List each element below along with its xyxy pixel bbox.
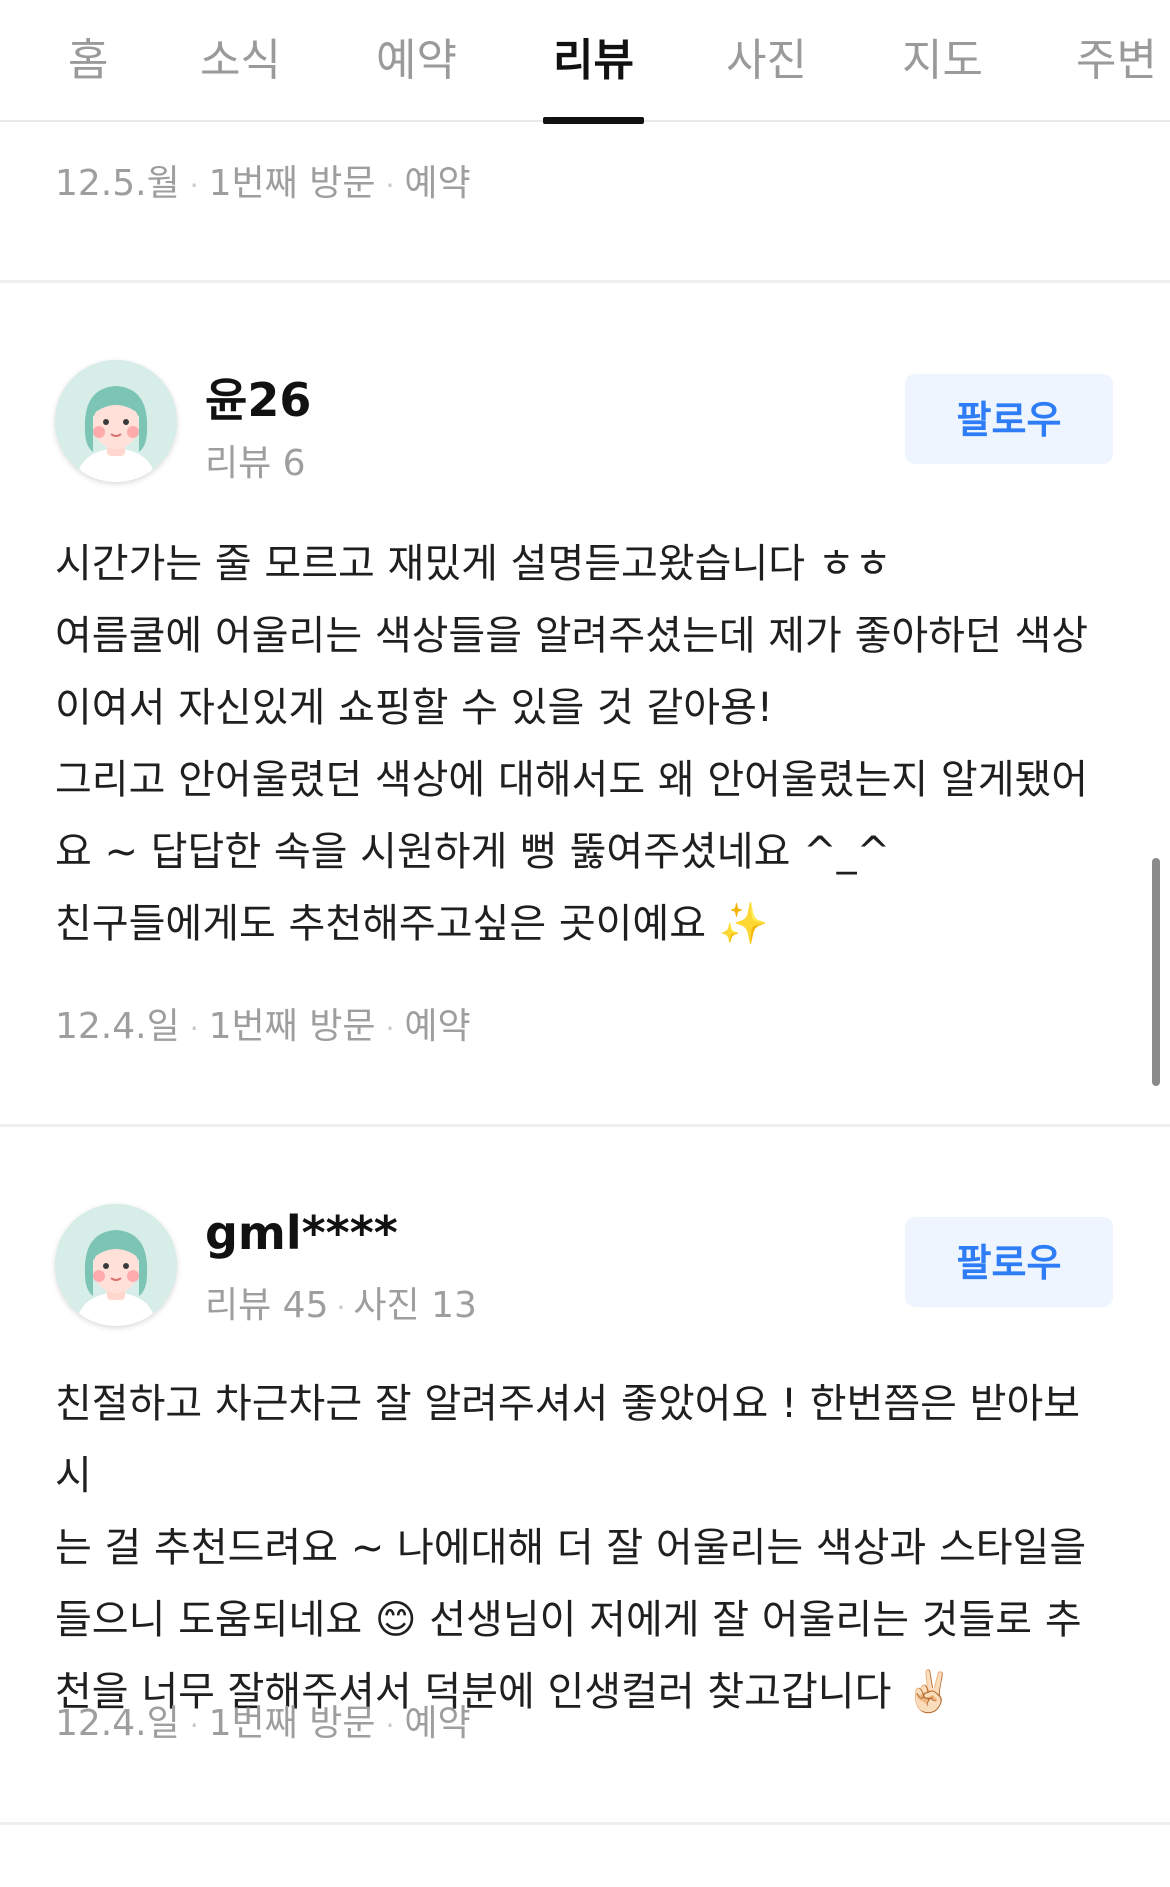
separator-dot: · <box>189 1709 199 1742</box>
username[interactable]: gml**** <box>205 1206 398 1260</box>
active-tab-indicator <box>543 117 644 124</box>
follow-button[interactable]: 팔로우 <box>905 374 1113 464</box>
review-line: 요 ~ 답답한 속을 시원하게 뻥 뚫여주셨네요 ^_^ <box>55 829 891 875</box>
review-line: 들으니 도움되네요 😊 선생님이 저에게 잘 어울리는 것들로 추 <box>55 1597 1082 1643</box>
follow-button[interactable]: 팔로우 <box>905 1217 1113 1307</box>
separator-dot: · <box>189 169 199 202</box>
tab-label: 주변 <box>1076 35 1157 86</box>
review-meta: 12.5.월 · 1번째 방문 · 예약 <box>55 154 471 206</box>
visit-date: 12.4.일 <box>55 1703 180 1744</box>
user-stats: 리뷰 6 <box>205 434 306 486</box>
tab-reviews[interactable]: 리뷰 <box>543 24 644 124</box>
visit-date: 12.5.월 <box>55 163 180 204</box>
separator-dot: · <box>189 1012 199 1045</box>
tab-nearby[interactable]: 주변 <box>1076 24 1157 122</box>
separator-dot: · <box>336 1291 346 1324</box>
review-line: 시간가는 줄 모르고 재밌게 설명듣고왔습니다 ㅎㅎ <box>55 541 892 587</box>
tab-label: 지도 <box>902 35 983 86</box>
tab-bar: 홈 소식 예약 리뷰 사진 지도 주변 <box>0 0 1170 124</box>
review-line: 친구들에게도 추천해주고싶은 곳이예요 ✨ <box>55 901 769 947</box>
visit-type: 예약 <box>404 1703 471 1744</box>
visit-count: 1번째 방문 <box>208 1006 376 1047</box>
visit-count: 1번째 방문 <box>208 1703 376 1744</box>
review-line: 그리고 안어울렸던 색상에 대해서도 왜 안어울렸는지 알게됐어 <box>55 757 1089 803</box>
review-line: 이여서 자신있게 쇼핑할 수 있을 것 같아용! <box>55 685 773 731</box>
review-text[interactable]: 시간가는 줄 모르고 재밌게 설명듣고왔습니다 ㅎㅎ 여름쿨에 어울리는 색상들… <box>55 528 1115 960</box>
review-meta: 12.4.일 · 1번째 방문 · 예약 <box>55 997 471 1049</box>
divider <box>0 1822 1170 1825</box>
tab-photos[interactable]: 사진 <box>726 24 807 122</box>
review-text[interactable]: 친절하고 차근차근 잘 알려주셔서 좋았어요 ! 한번쯤은 받아보시 는 걸 추… <box>55 1368 1115 1728</box>
tab-map[interactable]: 지도 <box>902 24 983 122</box>
avatar[interactable] <box>55 1204 177 1326</box>
tab-booking[interactable]: 예약 <box>376 24 457 122</box>
tab-home[interactable]: 홈 <box>68 24 108 122</box>
review-line: 여름쿨에 어울리는 색상들을 알려주셨는데 제가 좋아하던 색상 <box>55 613 1089 659</box>
scrollbar[interactable] <box>1152 858 1160 1086</box>
review-meta: 12.4.일 · 1번째 방문 · 예약 <box>55 1694 471 1746</box>
photo-count: 사진 13 <box>353 1285 477 1326</box>
visit-type: 예약 <box>404 1006 471 1047</box>
divider <box>0 1124 1170 1127</box>
tab-label: 리뷰 <box>553 35 634 86</box>
user-stats: 리뷰 45 · 사진 13 <box>205 1276 477 1328</box>
tab-news[interactable]: 소식 <box>200 24 281 122</box>
avatar-illustration-icon <box>55 360 177 482</box>
tab-label: 예약 <box>376 35 457 86</box>
review-line: 친절하고 차근차근 잘 알려주셔서 좋았어요 ! 한번쯤은 받아보시 <box>55 1381 1081 1499</box>
username[interactable]: 윤26 <box>205 364 311 430</box>
visit-count: 1번째 방문 <box>208 163 376 204</box>
review-count: 리뷰 45 <box>205 1285 329 1326</box>
visit-type: 예약 <box>404 163 471 204</box>
review-line: 는 걸 추천드려요 ~ 나에대해 더 잘 어울리는 색상과 스타일을 <box>55 1525 1087 1571</box>
separator-dot: · <box>385 169 395 202</box>
divider <box>0 280 1170 283</box>
tab-label: 홈 <box>68 35 109 86</box>
tab-label: 소식 <box>200 35 281 86</box>
separator-dot: · <box>385 1709 395 1742</box>
avatar-illustration-icon <box>55 1204 177 1326</box>
visit-date: 12.4.일 <box>55 1006 180 1047</box>
avatar[interactable] <box>55 360 177 482</box>
tab-label: 사진 <box>726 35 807 86</box>
review-count: 리뷰 6 <box>205 443 306 484</box>
separator-dot: · <box>385 1012 395 1045</box>
